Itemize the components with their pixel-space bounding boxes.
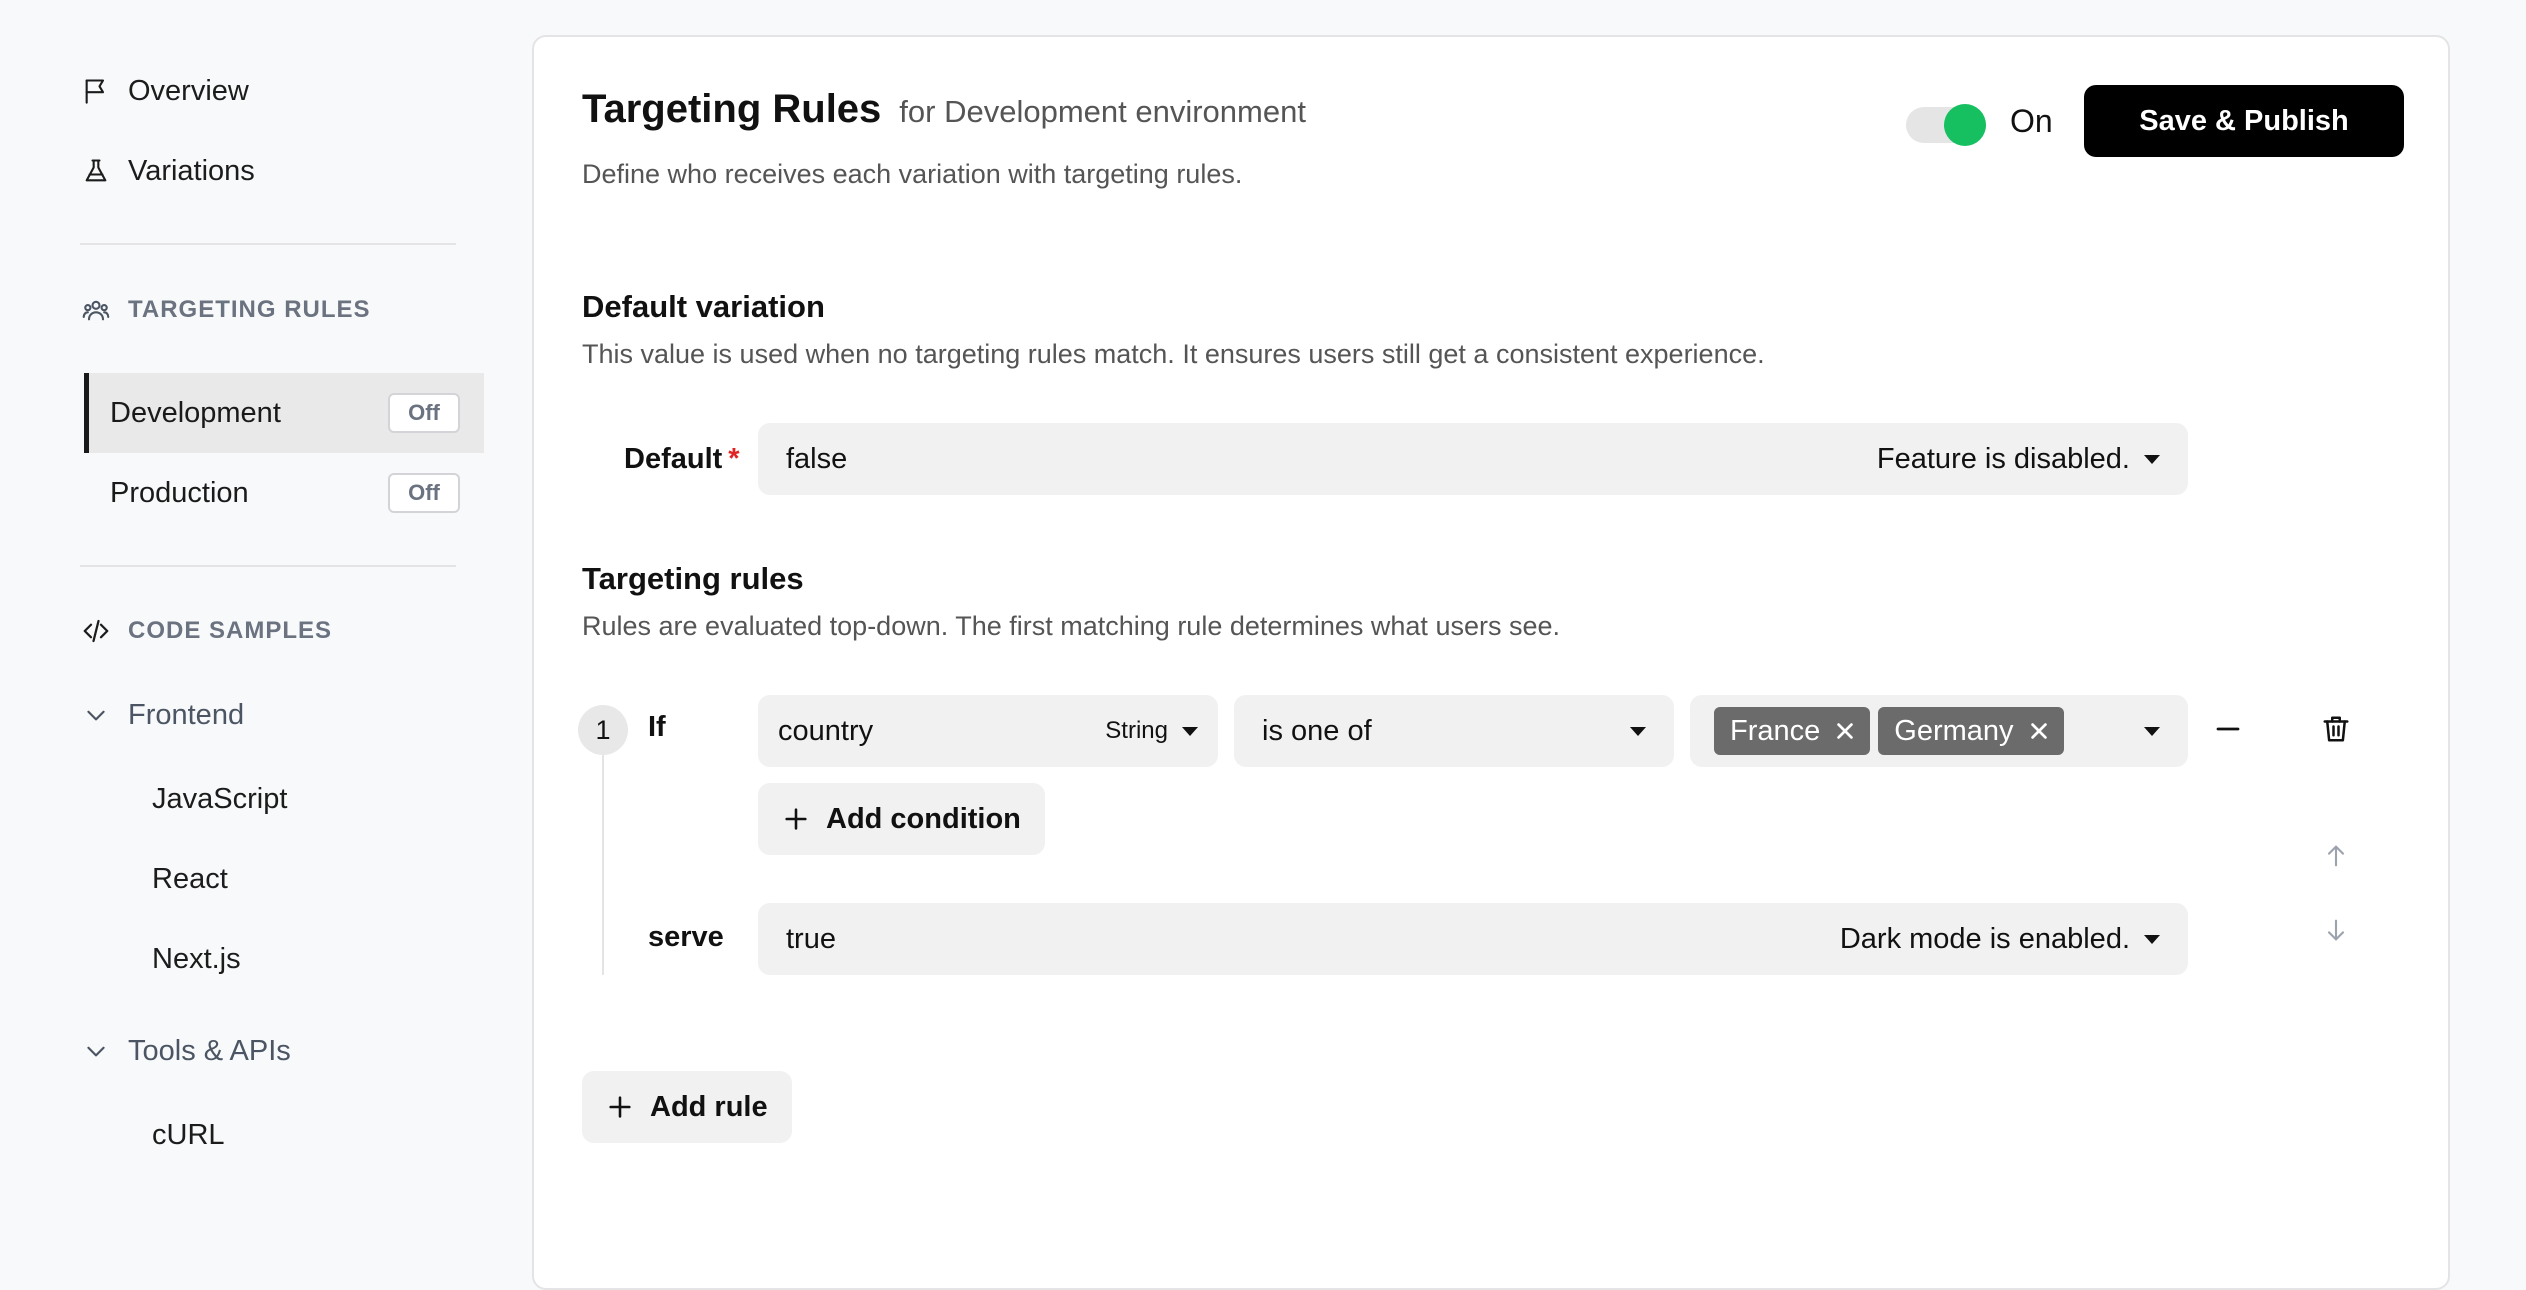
plus-icon bbox=[782, 805, 810, 833]
rule-serve-value: true bbox=[786, 922, 836, 955]
env-item-label: Development bbox=[110, 396, 281, 429]
selected-values: France Germany bbox=[1714, 707, 2072, 755]
rule-connector-line bbox=[602, 755, 604, 975]
page-header: Targeting Rules for Development environm… bbox=[582, 87, 1306, 132]
tree-toggle-tools-apis[interactable]: Tools & APIs bbox=[80, 1029, 291, 1073]
caret-down-icon bbox=[1630, 726, 1646, 736]
rule-attribute-select[interactable]: country String bbox=[758, 695, 1218, 767]
toggle-knob bbox=[1944, 104, 1986, 146]
env-item-development[interactable]: Development Off bbox=[84, 373, 484, 453]
move-rule-down-button[interactable] bbox=[2314, 908, 2358, 952]
required-marker: * bbox=[728, 443, 740, 475]
tree-toggle-label: Frontend bbox=[128, 698, 245, 731]
remove-chip-icon[interactable] bbox=[2028, 720, 2050, 742]
env-item-production[interactable]: Production Off bbox=[84, 453, 484, 533]
env-status-badge: Off bbox=[388, 393, 460, 433]
plus-icon bbox=[606, 1093, 634, 1121]
default-variation-value: false bbox=[786, 442, 848, 475]
chevron-down-icon bbox=[80, 1035, 112, 1067]
code-icon bbox=[80, 615, 112, 647]
remove-chip-icon[interactable] bbox=[1834, 720, 1856, 742]
default-variation-heading: Default variation bbox=[582, 289, 825, 324]
rule-serve-label: serve bbox=[648, 921, 724, 953]
rule-operator-value: is one of bbox=[1262, 714, 1372, 747]
rule-values-multiselect[interactable]: France Germany bbox=[1690, 695, 2188, 767]
default-variation-description: This value is used when no targeting rul… bbox=[582, 339, 1765, 369]
flask-icon bbox=[80, 155, 112, 187]
sidebar-divider bbox=[80, 565, 456, 567]
save-publish-button[interactable]: Save & Publish bbox=[2084, 85, 2404, 157]
trash-icon bbox=[2323, 716, 2349, 742]
chevron-down-icon bbox=[80, 699, 112, 731]
sidebar: Overview Variations TARGETING RULES Deve… bbox=[0, 0, 520, 1290]
value-chip-france: France bbox=[1714, 707, 1871, 755]
environment-toggle[interactable] bbox=[1906, 104, 1986, 146]
attribute-type-label: String bbox=[1105, 717, 1168, 744]
value-chip-germany: Germany bbox=[1878, 707, 2064, 755]
arrow-up-icon bbox=[2327, 845, 2345, 867]
minus-icon bbox=[2216, 727, 2240, 731]
tree-toggle-label: Tools & APIs bbox=[128, 1034, 291, 1067]
move-rule-up-button[interactable] bbox=[2314, 834, 2358, 878]
code-samples-section-label: CODE SAMPLES bbox=[128, 617, 333, 644]
nav-overview-label: Overview bbox=[128, 74, 249, 107]
arrow-down-icon bbox=[2327, 919, 2345, 941]
default-field-label: Default * bbox=[624, 443, 740, 476]
remove-condition-button[interactable] bbox=[2206, 707, 2250, 751]
rule-number-badge: 1 bbox=[578, 705, 628, 755]
nav-variations[interactable]: Variations bbox=[80, 146, 255, 196]
default-variation-select[interactable]: false Feature is disabled. bbox=[758, 423, 2188, 495]
env-item-label: Production bbox=[110, 476, 249, 509]
page-description: Define who receives each variation with … bbox=[582, 159, 1243, 189]
rule-serve-select[interactable]: true Dark mode is enabled. bbox=[758, 903, 2188, 975]
rule-if-label: If bbox=[648, 711, 666, 743]
rule-attribute-value: country bbox=[778, 714, 874, 747]
targeting-rules-section-label: TARGETING RULES bbox=[128, 296, 371, 323]
nav-overview[interactable]: Overview bbox=[80, 66, 249, 116]
page-title: Targeting Rules bbox=[582, 87, 882, 131]
code-sample-nextjs[interactable]: Next.js bbox=[152, 937, 241, 981]
caret-down-icon bbox=[1182, 726, 1198, 736]
add-rule-label: Add rule bbox=[650, 1090, 768, 1123]
rule-serve-value-desc: Dark mode is enabled. bbox=[1839, 922, 2130, 955]
add-condition-label: Add condition bbox=[826, 802, 1021, 835]
chip-label: France bbox=[1730, 714, 1821, 747]
add-condition-button[interactable]: Add condition bbox=[758, 783, 1045, 855]
toggle-label: On bbox=[2010, 103, 2053, 139]
targeting-rules-heading: Targeting rules bbox=[582, 561, 804, 596]
code-samples-section-heading: CODE SAMPLES bbox=[80, 611, 332, 651]
code-sample-javascript[interactable]: JavaScript bbox=[152, 777, 287, 821]
targeting-rules-section-heading: TARGETING RULES bbox=[80, 290, 371, 330]
caret-down-icon bbox=[2144, 934, 2160, 944]
delete-rule-button[interactable] bbox=[2314, 707, 2358, 751]
code-sample-curl[interactable]: cURL bbox=[152, 1113, 225, 1157]
users-icon bbox=[80, 294, 112, 326]
tree-toggle-frontend[interactable]: Frontend bbox=[80, 693, 244, 737]
default-variation-value-desc: Feature is disabled. bbox=[1876, 442, 2130, 475]
add-rule-button[interactable]: Add rule bbox=[582, 1071, 792, 1143]
code-sample-react[interactable]: React bbox=[152, 857, 228, 901]
flag-icon bbox=[80, 75, 112, 107]
caret-down-icon bbox=[2144, 454, 2160, 464]
page-subtitle: for Development environment bbox=[899, 94, 1306, 129]
rule-operator-select[interactable]: is one of bbox=[1234, 695, 1674, 767]
targeting-rules-panel: Targeting Rules for Development environm… bbox=[532, 35, 2450, 1290]
nav-variations-label: Variations bbox=[128, 154, 255, 187]
caret-down-icon bbox=[2144, 726, 2160, 736]
env-status-badge: Off bbox=[388, 473, 460, 513]
sidebar-divider bbox=[80, 243, 456, 245]
targeting-rules-description: Rules are evaluated top-down. The first … bbox=[582, 611, 1560, 641]
chip-label: Germany bbox=[1894, 714, 2014, 747]
default-label-text: Default bbox=[624, 443, 723, 475]
